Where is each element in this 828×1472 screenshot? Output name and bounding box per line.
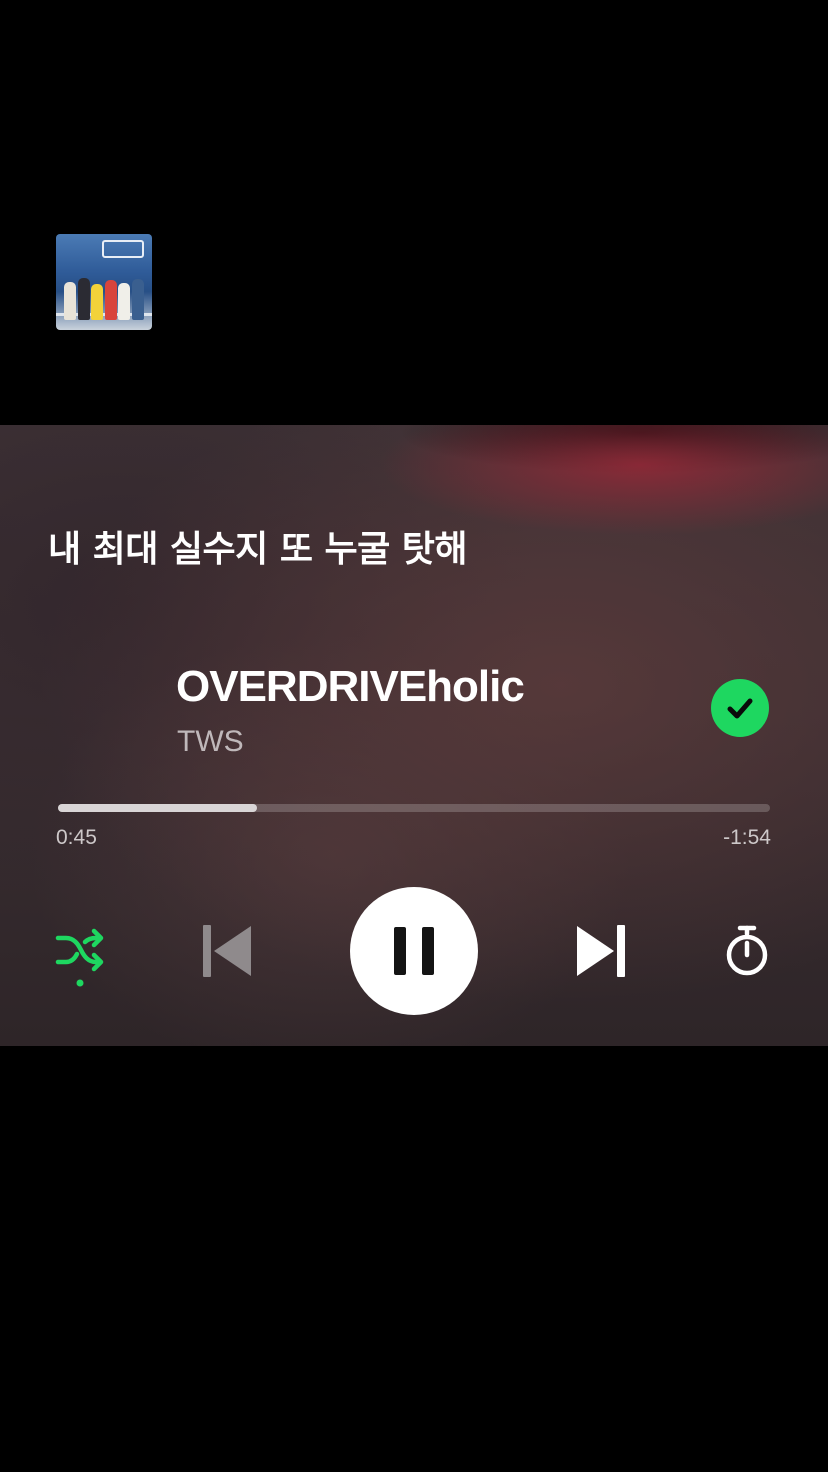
progress-bar[interactable] [58, 804, 770, 812]
track-title[interactable]: OVERDRIVEholic [176, 662, 525, 712]
lyric-line: 내 최대 실수지 또 누굴 탓해 [48, 529, 468, 570]
album-art-figures [64, 276, 144, 320]
pause-icon [394, 927, 434, 975]
shuffle-icon [55, 928, 104, 987]
skip-previous-icon [203, 925, 251, 977]
timer-icon [726, 925, 768, 976]
shuffle-button[interactable] [52, 926, 108, 990]
liked-button[interactable] [711, 679, 769, 737]
track-artist[interactable]: TWS [177, 725, 244, 759]
next-button[interactable] [574, 922, 628, 980]
pause-button[interactable] [350, 887, 478, 1015]
album-art[interactable] [56, 234, 152, 330]
progress-fill [58, 804, 258, 812]
check-circle-icon [727, 698, 753, 719]
remaining-time: -1:54 [723, 826, 771, 849]
previous-button[interactable] [200, 922, 254, 980]
sleep-timer-button[interactable] [724, 924, 770, 978]
elapsed-time: 0:45 [56, 826, 97, 849]
skip-next-icon [577, 925, 625, 977]
album-logo [102, 240, 144, 258]
